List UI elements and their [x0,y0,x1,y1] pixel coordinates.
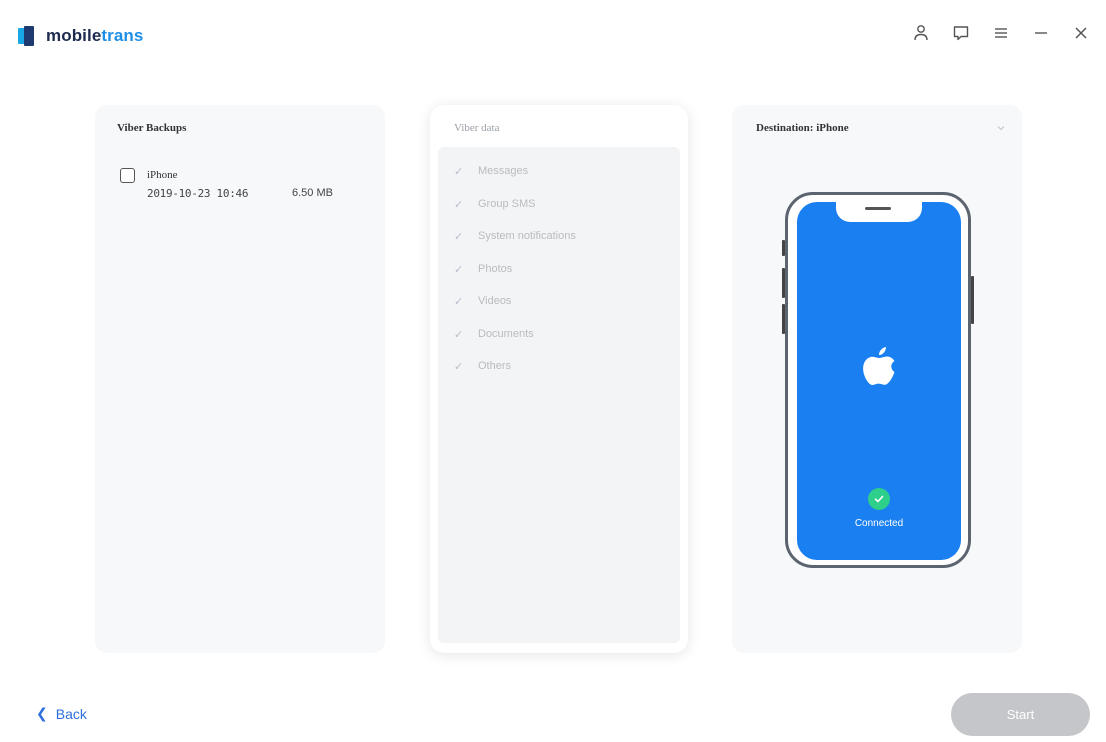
data-item-others[interactable]: ✓ Others [454,356,511,376]
connection-status: Connected [854,518,904,529]
phone-side-button [971,276,974,324]
backup-date: 2019-10-23 10:46 [147,187,249,200]
data-item-system-notifications[interactable]: ✓ System notifications [454,226,576,246]
data-item-label: Others [478,360,512,372]
back-button[interactable]: ❮ Back [36,705,87,722]
viber-data-panel: Viber data ✓ Messages ✓ Group SMS ✓ Syst… [430,105,688,653]
data-item-messages[interactable]: ✓ Messages [454,161,528,181]
backup-checkbox[interactable] [120,168,135,183]
account-icon[interactable] [910,22,932,44]
viber-data-list: ✓ Messages ✓ Group SMS ✓ System notifica… [438,147,680,643]
check-icon: ✓ [454,165,464,178]
menu-icon[interactable] [990,22,1012,44]
backups-panel-title: Viber Backups [117,122,187,134]
check-icon: ✓ [454,360,464,373]
phone-speaker [865,207,891,210]
data-item-label: Videos [478,295,512,307]
phone-screen: Connected [797,202,961,560]
connected-check-icon [868,488,890,510]
data-item-group-sms[interactable]: ✓ Group SMS [454,194,535,214]
close-icon[interactable] [1070,22,1092,44]
minimize-icon[interactable] [1030,22,1052,44]
data-item-label: Documents [478,328,534,340]
check-icon: ✓ [454,263,464,276]
window-controls [910,22,1092,44]
chevron-down-icon[interactable] [994,121,1008,135]
logo-icon [18,26,40,46]
data-item-photos[interactable]: ✓ Photos [454,259,512,279]
data-item-label: System notifications [478,230,576,242]
backup-item[interactable]: iPhone 2019-10-23 10:46 6.50 MB [120,165,360,205]
destination-title: Destination: iPhone [756,122,849,134]
title-bar: mobiletrans [0,0,1106,70]
data-item-label: Photos [478,263,513,275]
chevron-left-icon: ❮ [36,705,48,721]
back-label: Back [55,705,87,722]
check-icon: ✓ [454,198,464,211]
destination-panel: Destination: iPhone Connected [732,105,1022,653]
data-item-documents[interactable]: ✓ Documents [454,324,534,344]
check-icon: ✓ [454,295,464,308]
start-button[interactable]: Start [951,693,1090,736]
logo-text: mobiletrans [46,26,144,45]
data-item-label: Group SMS [478,198,536,210]
backups-panel: Viber Backups iPhone 2019-10-23 10:46 6.… [95,105,385,653]
app-logo: mobiletrans [18,26,143,46]
feedback-icon[interactable] [950,22,972,44]
data-item-videos[interactable]: ✓ Videos [454,291,511,311]
data-item-label: Messages [478,165,529,177]
apple-logo-icon [859,344,899,390]
backup-size: 6.50 MB [292,187,333,199]
backup-device-name: iPhone [147,169,178,181]
check-icon: ✓ [454,328,464,341]
iphone-illustration: Connected [782,192,974,568]
phone-notch [836,202,922,222]
check-icon: ✓ [454,230,464,243]
viber-data-panel-title: Viber data [454,122,500,134]
